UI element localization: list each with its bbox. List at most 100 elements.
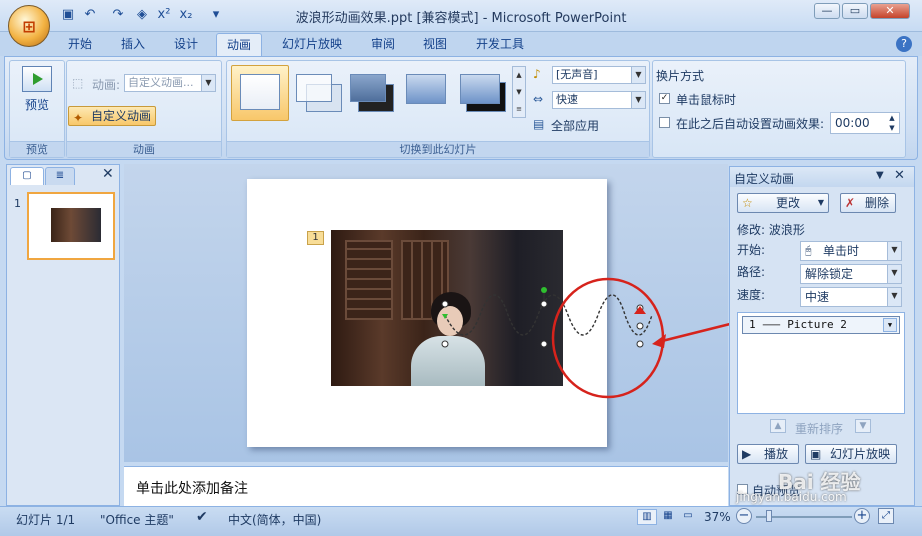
slide-thumbnail[interactable] [27,192,115,260]
transition-fade-thumb[interactable] [292,70,346,116]
office-logo-icon: ⊞ [22,16,36,36]
chevron-down-icon: ▼ [631,92,645,108]
change-effect-button[interactable]: ☆ 更改 ▼ [737,193,829,213]
speed-combo-value: 中速 [805,290,830,304]
slide-thumbnail-image [51,208,101,242]
tab-outline[interactable]: ≣ [45,167,75,185]
preview-button[interactable]: 预览 [16,64,58,120]
animate-icon: ⬚ [72,76,84,90]
effect-list-item[interactable]: 1 ⸺ Picture 2 ▼ [742,316,900,334]
start-combo[interactable]: 🖰 单击时 ▼ [800,241,902,261]
task-pane-close-icon[interactable]: ✕ [894,168,905,183]
auto-after-time-input[interactable]: 00:00 ▲ ▼ [830,112,900,134]
minimize-icon: — [821,4,833,17]
window-lattice-left [345,240,393,320]
slide-sorter-icon[interactable]: ▦ [658,509,678,525]
tab-slides[interactable]: ▢ [10,167,44,185]
spellcheck-icon[interactable]: ✔ [196,509,208,525]
group-transition-label: 切换到此幻灯片 [227,141,649,157]
remove-star-icon: ✗ [845,196,856,210]
chevron-down-icon: ▼ [887,242,901,260]
transition-none-thumb[interactable] [231,65,289,121]
sound-combo[interactable]: [无声音] ▼ [552,66,646,84]
transition-fade-front-icon [296,74,332,102]
transition-cut-thumb[interactable] [402,70,456,116]
chevron-down-icon[interactable]: ▼ [883,318,897,332]
play-icon: ▶ [742,447,752,461]
task-pane-menu-icon[interactable]: ▼ [876,170,884,181]
tab-home[interactable]: 开始 [58,33,102,56]
change-effect-label: 更改 [776,196,801,210]
slideshow-icon: ▣ [810,447,822,461]
start-label: 开始: [737,243,766,257]
zoom-in-icon[interactable]: + [854,508,870,524]
tab-design[interactable]: 设计 [164,33,208,56]
status-slide-info: 幻灯片 1/1 [16,513,76,527]
normal-view-icon[interactable]: ▥ [637,509,657,525]
speed-combo[interactable]: 中速 ▼ [800,287,902,307]
transition-black-thumb[interactable] [456,70,510,116]
reorder-label: 重新排序 [795,422,844,436]
tab-review[interactable]: 审阅 [361,33,405,56]
auto-after-checkbox[interactable] [659,117,670,128]
path-combo-value: 解除锁定 [805,267,854,281]
play-button[interactable]: ▶ 播放 [737,444,799,464]
slideshow-view-icon[interactable]: ▭ [678,509,698,525]
spin-icon[interactable]: ▲ ▼ [886,113,898,133]
office-button[interactable]: ⊞ [8,5,50,47]
tab-slideshow[interactable]: 幻灯片放映 [272,33,352,56]
tab-insert[interactable]: 插入 [111,33,155,56]
status-theme[interactable]: "Office 主题" [100,511,174,528]
zoom-slider-thumb[interactable] [766,510,772,522]
remove-effect-button[interactable]: ✗ 删除 [840,193,896,213]
maximize-icon: ▭ [849,4,861,17]
animation-order-tag[interactable]: 1 [307,231,324,245]
close-button[interactable]: ✕ [870,3,910,19]
remove-effect-label: 删除 [865,196,890,210]
fit-window-icon[interactable]: ⤢ [878,508,894,524]
zoom-level[interactable]: 37% [704,510,731,524]
start-combo-value: 单击时 [823,244,860,258]
transition-speed-value: 快速 [556,93,578,106]
transition-dark-thumb[interactable] [346,70,400,116]
custom-animation-button[interactable]: ✦ 自定义动画 [68,106,156,126]
on-click-checkbox[interactable]: ✓ [659,93,670,104]
effect-list-item-label: 1 ⸺ Picture 2 [749,318,847,331]
zoom-out-icon[interactable]: − [736,508,752,524]
auto-after-time-value: 00:00 [835,116,870,130]
transition-black-front-icon [460,74,500,104]
custom-animation-label: 自定义动画 [91,109,152,123]
close-pane-icon[interactable]: ✕ [102,166,114,182]
watermark-url: jingyan.baidu.com [736,490,847,504]
star-icon: ☆ [742,196,753,210]
transition-dark-front-icon [350,74,386,102]
chevron-down-icon: ▼ [817,198,824,207]
modify-label: 修改: 波浪形 [737,223,805,237]
transition-cut-icon [406,74,446,104]
help-icon[interactable]: ? [896,36,912,52]
move-down-icon[interactable]: ▼ [855,419,871,433]
sound-combo-value: [无声音] [556,68,598,81]
mouse-icon: 🖰 [805,244,812,257]
status-language[interactable]: 中文(简体，中国) [228,511,321,528]
notes-pane[interactable]: 单击此处添加备注 [124,466,728,506]
apply-all-icon: ▤ [533,117,545,131]
transition-speed-combo[interactable]: 快速 ▼ [552,91,646,109]
slideshow-button[interactable]: ▣ 幻灯片放映 [805,444,897,464]
outline-tab-icon: ≣ [55,170,65,181]
animate-combo[interactable]: 自定义动画... ▼ [124,74,216,92]
apply-all-button[interactable]: 全部应用 [551,117,599,134]
path-combo[interactable]: 解除锁定 ▼ [800,264,902,284]
speed-label: 速度: [737,288,766,302]
move-up-icon[interactable]: ▲ [770,419,786,433]
gallery-scroll[interactable]: ▲ ▼ ≡ [512,66,526,118]
animate-label: 动画: [92,78,121,92]
minimize-button[interactable]: — [814,3,840,19]
tab-view[interactable]: 视图 [413,33,457,56]
chevron-down-icon: ▼ [631,67,645,83]
path-label: 路径: [737,265,766,279]
tab-animation[interactable]: 动画 [216,33,262,56]
maximize-button[interactable]: ▭ [842,3,868,19]
window-title: 波浪形动画效果.ppt [兼容模式] - Microsoft PowerPoin… [295,11,627,26]
tab-developer[interactable]: 开发工具 [468,33,532,56]
